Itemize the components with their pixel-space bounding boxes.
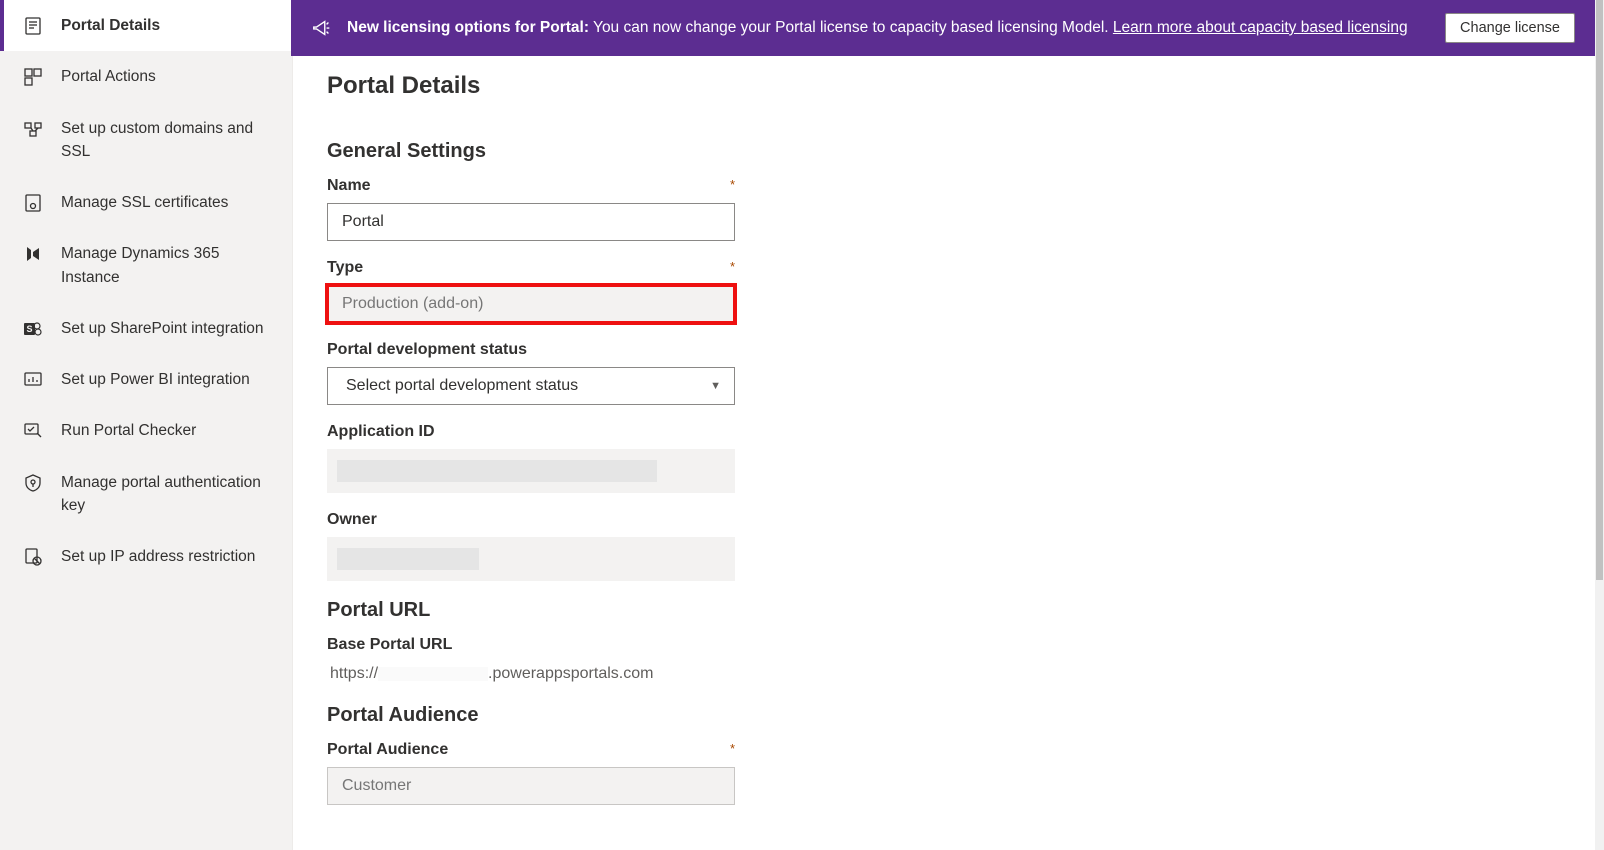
field-dev-status: Portal development status Select portal … <box>327 341 1570 405</box>
banner-bold: New licensing options for Portal: <box>347 19 589 36</box>
sharepoint-icon: S <box>23 319 43 339</box>
name-input[interactable] <box>327 203 735 241</box>
sidebar-item-auth-key[interactable]: Manage portal authentication key <box>0 457 292 532</box>
type-input <box>327 285 735 323</box>
section-general-settings: General Settings <box>327 140 1570 163</box>
banner-body: You can now change your Portal license t… <box>589 19 1113 36</box>
owner-label: Owner <box>327 511 1570 529</box>
required-indicator: * <box>730 177 735 192</box>
redacted-content <box>378 667 488 681</box>
field-owner: Owner <box>327 511 1570 581</box>
sidebar-item-label: Manage SSL certificates <box>61 191 274 214</box>
sidebar-item-portal-actions[interactable]: Portal Actions <box>0 51 292 102</box>
required-indicator: * <box>730 741 735 756</box>
type-label: Type * <box>327 259 735 277</box>
sidebar-item-label: Set up Power BI integration <box>61 368 274 391</box>
sidebar-item-dynamics-instance[interactable]: Manage Dynamics 365 Instance <box>0 228 292 303</box>
app-id-label: Application ID <box>327 423 1570 441</box>
main-content: Portal Details General Settings Name * T… <box>293 0 1604 850</box>
change-license-button[interactable]: Change license <box>1445 13 1575 43</box>
audience-label: Portal Audience * <box>327 741 735 759</box>
dev-status-select-wrapper: Select portal development status ▼ <box>327 367 735 405</box>
sidebar-item-portal-checker[interactable]: Run Portal Checker <box>0 405 292 456</box>
sidebar-item-sharepoint[interactable]: S Set up SharePoint integration <box>0 303 292 354</box>
sidebar-item-label: Manage Dynamics 365 Instance <box>61 242 274 289</box>
shield-icon <box>23 473 43 493</box>
sidebar-item-portal-details[interactable]: Portal Details <box>0 0 292 51</box>
sidebar-item-label: Run Portal Checker <box>61 419 274 442</box>
field-portal-audience: Portal Audience * <box>327 741 1570 805</box>
checker-icon <box>23 421 43 441</box>
base-url-value: https://.powerappsportals.com <box>327 662 1570 686</box>
certificate-icon <box>23 193 43 213</box>
dev-status-select[interactable]: Select portal development status <box>327 367 735 405</box>
domains-icon <box>23 119 43 139</box>
actions-icon <box>23 67 43 87</box>
sidebar-item-label: Manage portal authentication key <box>61 471 274 518</box>
svg-text:S: S <box>26 324 32 334</box>
sidebar-item-label: Portal Actions <box>61 65 274 88</box>
licensing-banner: New licensing options for Portal: You ca… <box>291 0 1595 56</box>
owner-value <box>327 537 735 581</box>
powerbi-icon <box>23 370 43 390</box>
app-id-value <box>327 449 735 493</box>
field-type: Type * <box>327 259 1570 323</box>
scrollbar-thumb[interactable] <box>1596 0 1603 580</box>
redacted-content <box>337 548 479 570</box>
base-url-label: Base Portal URL <box>327 636 1570 654</box>
banner-link[interactable]: Learn more about capacity based licensin… <box>1113 19 1408 36</box>
redacted-content <box>337 460 657 482</box>
field-name: Name * <box>327 177 1570 241</box>
page-title: Portal Details <box>327 72 1570 100</box>
sidebar-item-label: Set up IP address restriction <box>61 545 274 568</box>
section-portal-url: Portal URL <box>327 599 1570 622</box>
sidebar-item-ip-restriction[interactable]: Set up IP address restriction <box>0 531 292 582</box>
section-portal-audience: Portal Audience <box>327 704 1570 727</box>
scrollbar-vertical[interactable] <box>1595 0 1604 850</box>
field-application-id: Application ID <box>327 423 1570 493</box>
sidebar-item-ssl-certificates[interactable]: Manage SSL certificates <box>0 177 292 228</box>
sidebar-item-label: Set up SharePoint integration <box>61 317 274 340</box>
megaphone-icon <box>311 17 333 39</box>
sidebar: Portal Details Portal Actions Set up cus… <box>0 0 293 850</box>
audience-input <box>327 767 735 805</box>
banner-message: New licensing options for Portal: You ca… <box>347 19 1431 37</box>
required-indicator: * <box>730 259 735 274</box>
sidebar-item-powerbi[interactable]: Set up Power BI integration <box>0 354 292 405</box>
field-base-url: Base Portal URL https://.powerappsportal… <box>327 636 1570 686</box>
dev-status-label: Portal development status <box>327 341 1570 359</box>
sidebar-item-label: Set up custom domains and SSL <box>61 117 274 164</box>
details-icon <box>23 16 43 36</box>
sidebar-item-custom-domains[interactable]: Set up custom domains and SSL <box>0 103 292 178</box>
ip-restriction-icon <box>23 547 43 567</box>
sidebar-item-label: Portal Details <box>61 14 274 37</box>
dynamics-icon <box>23 244 43 264</box>
layout: Portal Details Portal Actions Set up cus… <box>0 0 1604 850</box>
name-label: Name * <box>327 177 735 195</box>
